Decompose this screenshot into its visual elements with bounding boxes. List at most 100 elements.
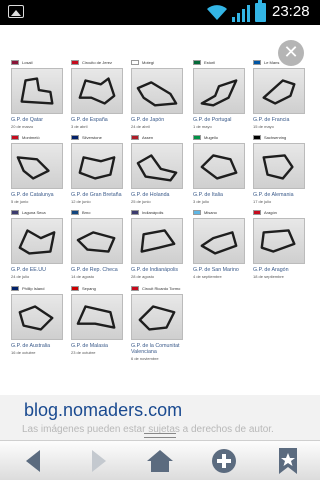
race-date: 4 de septiembre bbox=[193, 274, 222, 279]
circuit-card[interactable]: Circuit Ricardo Tormo G.P. de la Comunita… bbox=[128, 286, 188, 362]
track-map-image bbox=[11, 68, 63, 114]
track-label: Misano bbox=[193, 210, 251, 216]
race-date: 24 de abril bbox=[131, 124, 150, 129]
flag-icon bbox=[253, 210, 261, 215]
circuit-card[interactable]: Mugello G.P. de Italia 3 de julio bbox=[190, 135, 250, 211]
grand-prix-title: G.P. de Italia bbox=[193, 192, 223, 198]
grand-prix-title: G.P. de Rep. Checa bbox=[71, 267, 118, 273]
race-date: 6 de noviembre bbox=[131, 356, 159, 361]
forward-icon[interactable] bbox=[82, 445, 114, 477]
race-date: 28 de agosto bbox=[131, 274, 155, 279]
track-name: Indianápolis bbox=[142, 210, 164, 215]
track-label: Assen bbox=[131, 135, 189, 141]
track-name: Circuit Ricardo Tormo bbox=[142, 286, 181, 291]
track-name: Sachsenring bbox=[264, 135, 287, 140]
track-label: Indianápolis bbox=[131, 210, 189, 216]
track-name: Mugello bbox=[204, 135, 219, 140]
race-date: 12 de junio bbox=[71, 199, 91, 204]
circuit-card[interactable]: Sepang G.P. de Malasia 23 de octubre bbox=[68, 286, 128, 362]
circuit-card[interactable]: Misano G.P. de San Marino 4 de septiembre bbox=[190, 210, 250, 286]
flag-icon bbox=[131, 286, 139, 291]
track-label: Silverstone bbox=[71, 135, 129, 141]
track-label: Mugello bbox=[193, 135, 251, 141]
grand-prix-name: G.P. de España 3 de abril bbox=[71, 117, 131, 130]
race-date: 20 de marzo bbox=[11, 124, 34, 129]
status-bar: 23:28 bbox=[0, 0, 320, 25]
track-label: Motegi bbox=[131, 60, 189, 66]
circuit-card[interactable]: Assen G.P. de Holanda 25 de junio bbox=[128, 135, 188, 211]
race-date: 15 de mayo bbox=[253, 124, 274, 129]
flag-icon bbox=[131, 135, 139, 140]
grand-prix-title: G.P. de Portugal bbox=[193, 117, 232, 123]
grand-prix-title: G.P. de Australia bbox=[11, 343, 51, 349]
race-date: 16 de octubre bbox=[11, 350, 36, 355]
track-map-image bbox=[71, 218, 123, 264]
home-icon[interactable] bbox=[144, 445, 176, 477]
grand-prix-name: G.P. de San Marino 4 de septiembre bbox=[193, 267, 253, 280]
grand-prix-title: G.P. de San Marino bbox=[193, 267, 239, 273]
circuit-card[interactable]: Laguna Seca G.P. de EE.UU 24 de julio bbox=[8, 210, 68, 286]
grand-prix-name: G.P. de Australia 16 de octubre bbox=[11, 343, 71, 356]
circuit-card[interactable]: Aragón G.P. de Aragón 18 de septiembre bbox=[250, 210, 310, 286]
circuit-card[interactable]: Brno G.P. de Rep. Checa 14 de agosto bbox=[68, 210, 128, 286]
flag-icon bbox=[253, 60, 261, 65]
circuit-card[interactable]: Motegi G.P. de Japón 24 de abril bbox=[128, 60, 188, 136]
track-name: Losail bbox=[22, 60, 33, 65]
flag-icon bbox=[71, 60, 79, 65]
track-map-image bbox=[71, 143, 123, 189]
flag-icon bbox=[193, 210, 201, 215]
add-icon[interactable] bbox=[208, 445, 240, 477]
track-map-image bbox=[193, 218, 245, 264]
race-date: 25 de junio bbox=[131, 199, 151, 204]
battery-icon bbox=[255, 0, 266, 22]
circuit-card[interactable]: Phillip Island G.P. de Australia 16 de oct… bbox=[8, 286, 68, 362]
track-name: Motegi bbox=[142, 60, 155, 65]
track-map-image bbox=[11, 294, 63, 340]
track-map-image bbox=[193, 68, 245, 114]
grand-prix-name: G.P. de Japón 24 de abril bbox=[131, 117, 191, 130]
signal-icon bbox=[232, 5, 250, 22]
circuit-card[interactable]: Estoril G.P. de Portugal 1 de mayo bbox=[190, 60, 250, 136]
race-date: 24 de julio bbox=[11, 274, 30, 279]
race-date: 17 de julio bbox=[253, 199, 272, 204]
track-label: Losail bbox=[11, 60, 69, 66]
race-date: 18 de septiembre bbox=[253, 274, 284, 279]
circuit-card[interactable]: Silverstone G.P. de Gran Bretaña 12 de jun… bbox=[68, 135, 128, 211]
track-map-image bbox=[131, 218, 183, 264]
back-icon[interactable] bbox=[18, 445, 50, 477]
track-label: Circuito de Jerez bbox=[71, 60, 129, 66]
bookmark-icon[interactable] bbox=[272, 445, 304, 477]
grand-prix-name: G.P. de Gran Bretaña 12 de junio bbox=[71, 192, 131, 205]
track-label: Sachsenring bbox=[253, 135, 311, 141]
track-label: Laguna Seca bbox=[11, 210, 69, 216]
track-map-image bbox=[71, 294, 123, 340]
circuit-card[interactable]: Losail G.P. de Qatar 20 de marzo bbox=[8, 60, 68, 136]
track-name: Aragón bbox=[264, 210, 277, 215]
circuit-card[interactable]: Sachsenring G.P. de Alemania 17 de julio bbox=[250, 135, 310, 211]
track-map-image bbox=[131, 143, 183, 189]
drag-handle[interactable] bbox=[144, 433, 176, 438]
grand-prix-title: G.P. de Holanda bbox=[131, 192, 170, 198]
circuit-card[interactable]: Circuito de Jerez G.P. de España 3 de abri… bbox=[68, 60, 128, 136]
track-map-image bbox=[131, 294, 183, 340]
track-label: Sepang bbox=[71, 286, 129, 292]
source-site[interactable]: blog.nomaders.com bbox=[24, 400, 182, 421]
track-name: Montmeló bbox=[22, 135, 40, 140]
track-label: Circuit Ricardo Tormo bbox=[131, 286, 189, 292]
grand-prix-title: G.P. de Catalunya bbox=[11, 192, 54, 198]
race-date: 23 de octubre bbox=[71, 350, 96, 355]
track-label: Aragón bbox=[253, 210, 311, 216]
race-date: 3 de julio bbox=[193, 199, 210, 204]
track-label: Montmeló bbox=[11, 135, 69, 141]
track-map-image bbox=[71, 68, 123, 114]
track-label: Le Mans bbox=[253, 60, 311, 66]
track-name: Le Mans bbox=[264, 60, 280, 65]
grand-prix-title: G.P. de Indianápolis bbox=[131, 267, 179, 273]
circuit-card[interactable]: Le Mans G.P. de Francia 15 de mayo bbox=[250, 60, 310, 136]
track-label: Phillip Island bbox=[11, 286, 69, 292]
circuit-card[interactable]: Indianápolis G.P. de Indianápolis 28 de ag… bbox=[128, 210, 188, 286]
grand-prix-name: G.P. de la Comunitat Valenciana 6 de novi… bbox=[131, 343, 191, 362]
clock: 23:28 bbox=[272, 3, 310, 20]
circuit-card[interactable]: Montmeló G.P. de Catalunya 5 de junio bbox=[8, 135, 68, 211]
track-map-image bbox=[131, 68, 183, 114]
